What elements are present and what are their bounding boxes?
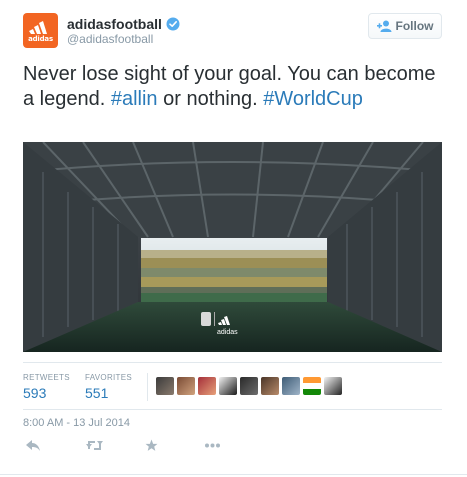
photo-logo-text: adidas <box>217 329 238 336</box>
user-handle[interactable]: @adidasfootball <box>67 32 153 46</box>
add-user-icon <box>376 20 391 32</box>
tweet-card: adidas adidasfootball @adidasfootball Fo… <box>0 0 467 477</box>
avatar[interactable]: adidas <box>23 13 58 48</box>
favorite-button[interactable] <box>141 435 161 455</box>
favoriter-avatar[interactable] <box>177 377 195 395</box>
follow-label: Follow <box>395 19 434 33</box>
favoriter-avatar[interactable] <box>324 377 342 395</box>
reply-button[interactable] <box>23 435 43 455</box>
hashtag-worldcup[interactable]: #WorldCup <box>263 88 363 110</box>
tweet-stats: RETWEETS 593 FAVORITES 551 <box>23 362 442 410</box>
stats-divider <box>147 373 148 401</box>
follow-button[interactable]: Follow <box>368 13 442 39</box>
more-icon <box>204 443 220 447</box>
favoriter-avatar[interactable] <box>156 377 174 395</box>
tweet-text-part2: or nothing. <box>157 88 264 110</box>
favoriter-avatars <box>156 377 345 395</box>
tweet-text: Never lose sight of your goal. You can b… <box>23 62 443 112</box>
name-row: adidasfootball <box>67 15 180 33</box>
retweet-button[interactable] <box>84 435 104 455</box>
favorites-stat[interactable]: FAVORITES 551 <box>85 373 132 401</box>
favoriter-avatar[interactable] <box>198 377 216 395</box>
retweets-count: 593 <box>23 385 47 401</box>
display-name[interactable]: adidasfootball <box>67 16 162 32</box>
verified-badge-icon <box>166 17 180 31</box>
favoriter-avatar[interactable] <box>303 377 321 395</box>
favoriter-avatar[interactable] <box>219 377 237 395</box>
tweet-photo[interactable]: adidas <box>23 142 442 352</box>
favoriter-avatar[interactable] <box>261 377 279 395</box>
reply-icon <box>26 439 40 451</box>
avatar-text: adidas <box>28 35 53 43</box>
tweet-timestamp[interactable]: 8:00 AM - 13 Jul 2014 <box>23 417 130 429</box>
hashtag-allin[interactable]: #allin <box>111 88 158 110</box>
retweet-icon <box>85 440 103 450</box>
tweet-actions <box>23 435 442 455</box>
retweets-stat[interactable]: RETWEETS 593 <box>23 373 70 401</box>
favorites-label: FAVORITES <box>85 373 133 382</box>
star-icon <box>145 439 157 451</box>
stadium-tunnel-image: adidas <box>23 142 442 352</box>
bottom-divider <box>0 474 467 475</box>
favoriter-avatar[interactable] <box>240 377 258 395</box>
favorites-count: 551 <box>85 385 109 401</box>
adidas-logo-icon <box>29 21 47 34</box>
retweets-label: RETWEETS <box>23 373 70 382</box>
more-button[interactable] <box>202 435 222 455</box>
favoriter-avatar[interactable] <box>282 377 300 395</box>
